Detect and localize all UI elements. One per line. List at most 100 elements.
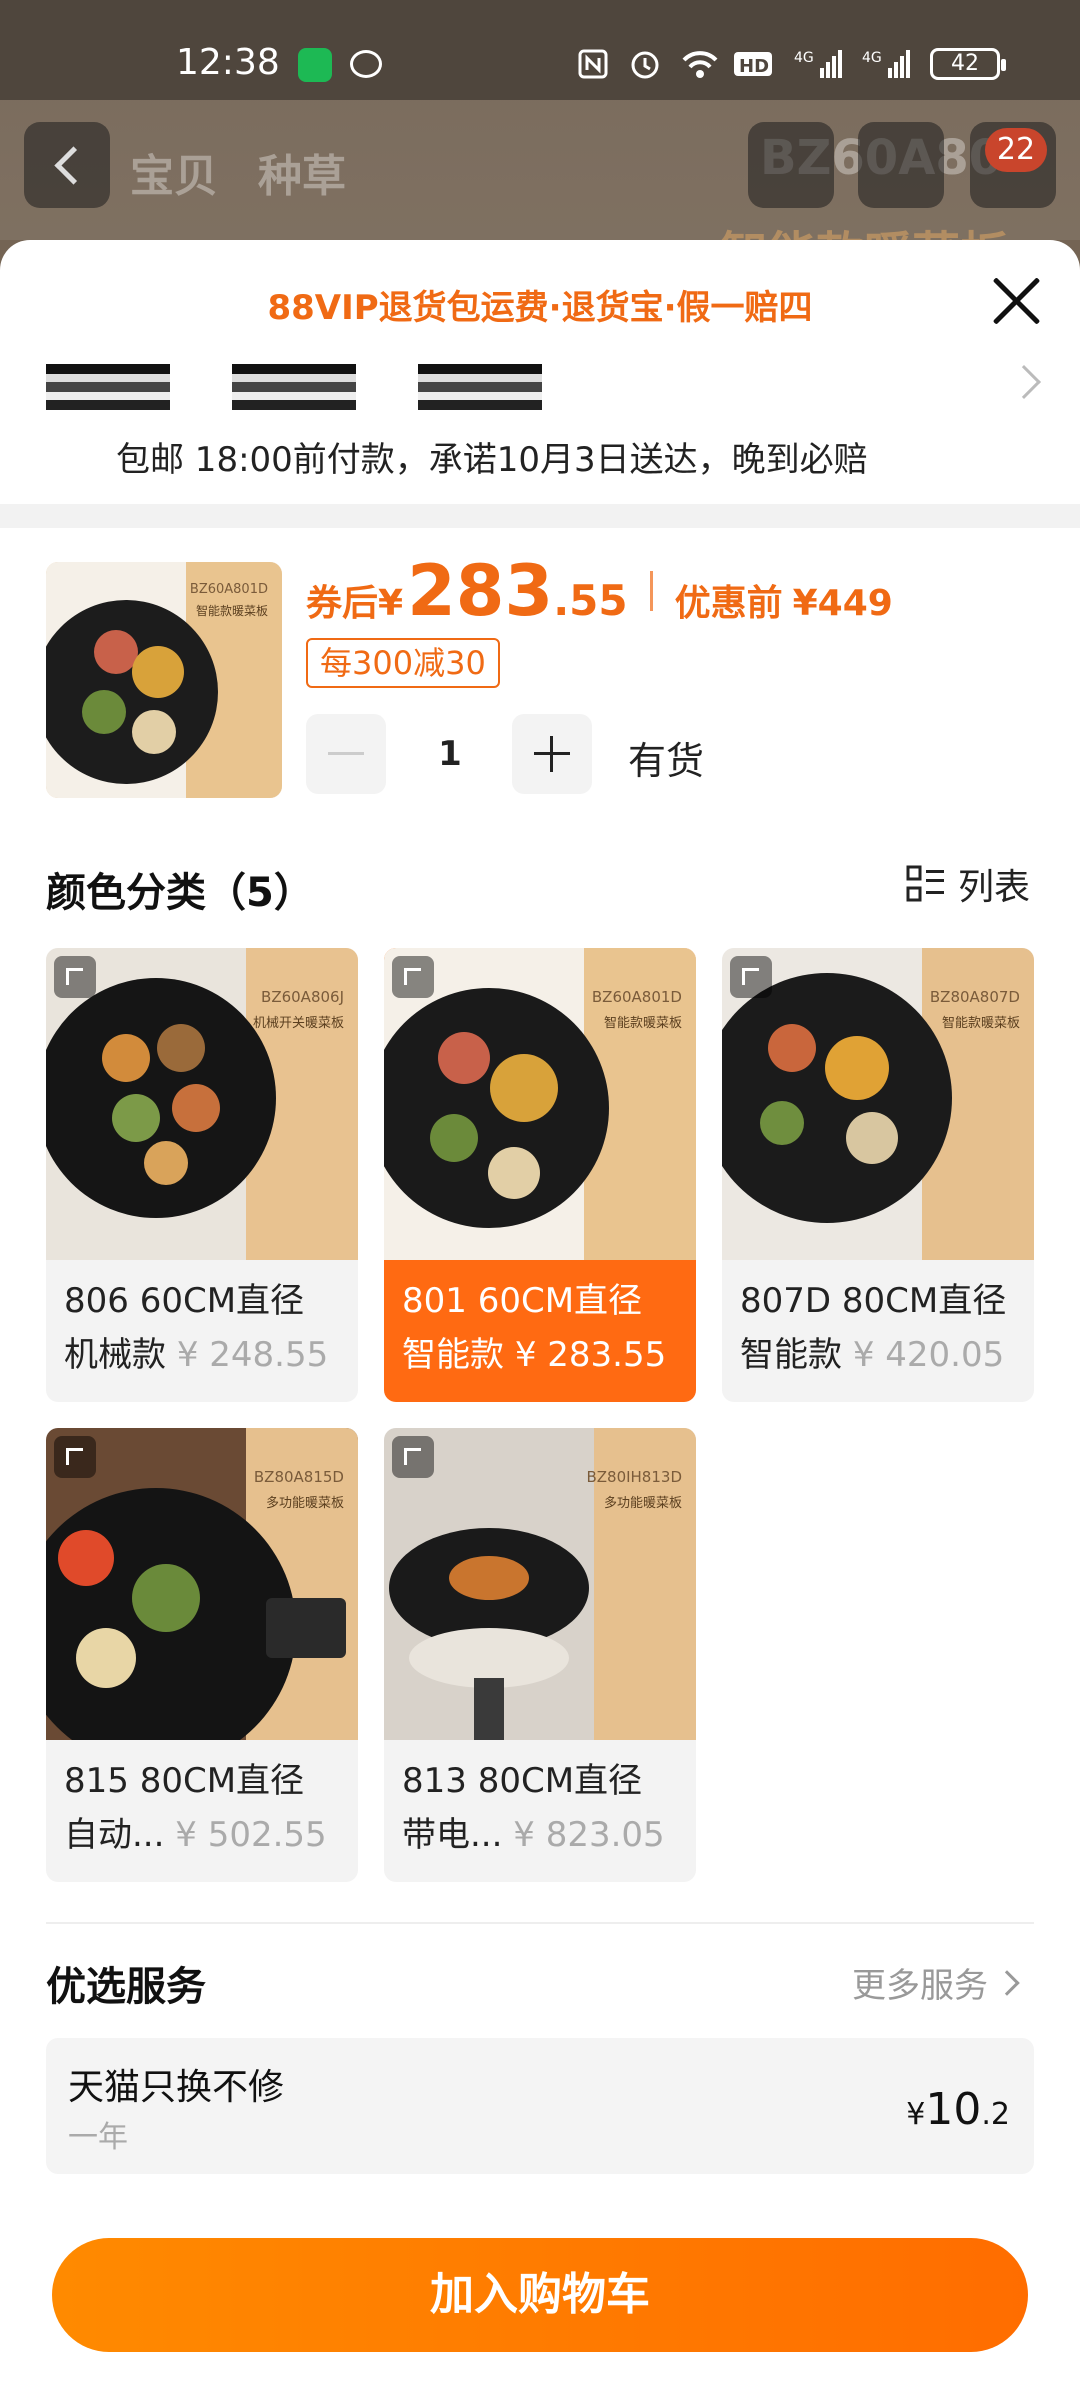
variant-line2: 智能款 <box>740 1335 842 1375</box>
status-bar: 12:38 HD 4G 4G 42 <box>0 0 1080 100</box>
variant-model-name: 智能款暖菜板 <box>941 1016 1020 1031</box>
service-option-tmall[interactable]: 天猫只换不修 一年 ¥10.2 <box>46 2038 1034 2174</box>
variant-model: BZ80IH813D <box>586 1468 682 1486</box>
variant-price: ¥ 248.55 <box>176 1335 329 1375</box>
variant-line2: 自动... <box>64 1815 165 1855</box>
battery-indicator: 42 <box>930 48 1006 80</box>
expand-icon[interactable] <box>54 1436 96 1478</box>
variant-model: BZ80A807D <box>929 988 1020 1006</box>
back-arrow-icon <box>24 122 110 208</box>
variant-card-813[interactable]: BZ80IH813D 多功能暖菜板 813 80CM直径 带电... ¥ 823… <box>384 1428 696 1882</box>
variant-card-815[interactable]: BZ80A815D 多功能暖菜板 815 80CM直径 自动... ¥ 502.… <box>46 1428 358 1882</box>
services-title: 优选服务 <box>46 1964 206 2010</box>
expand-icon[interactable] <box>392 956 434 998</box>
quantity-increase-button[interactable] <box>512 714 592 794</box>
price-separator <box>649 571 653 611</box>
variant-price: ¥ 823.05 <box>513 1815 665 1855</box>
thumb-model: BZ60A801D <box>189 582 268 597</box>
price-line: 券后 ¥ 283 .55 优惠前 ¥449 <box>306 550 893 632</box>
product-thumbnail[interactable]: BZ60A801D 智能款暖菜板 <box>46 562 282 798</box>
variant-model: BZ60A801D <box>591 988 682 1006</box>
variant-line1: 807D 80CM直径 <box>740 1281 1007 1321</box>
original-price-label: 优惠前 <box>674 583 783 624</box>
price-decimal: .55 <box>553 576 628 625</box>
variant-price: ¥ 283.55 <box>514 1335 667 1375</box>
cart-badge: 22 <box>985 128 1047 172</box>
variant-price: ¥ 502.55 <box>175 1815 327 1855</box>
chevron-right-icon <box>994 1969 1020 1996</box>
signal-4g-icon-2: 4G <box>862 48 912 80</box>
variant-line1: 815 80CM直径 <box>64 1761 305 1801</box>
sku-sheet: 88VIP退货包运费·退货宝·假一赔四 包邮 18:00前付款，承诺10月3日送… <box>0 240 1080 2400</box>
service-term: 一年 <box>68 2120 128 2155</box>
variant-caption: 807D 80CM直径 智能款 ¥ 420.05 <box>740 1274 1024 1382</box>
service-currency: ¥ <box>906 2097 926 2132</box>
bg-tab-baobei: 宝贝 <box>130 151 218 202</box>
more-services-link[interactable]: 更多服务 <box>852 1958 1020 2007</box>
close-icon[interactable] <box>992 276 1042 326</box>
variant-model-name: 机械开关暖菜板 <box>252 1016 344 1031</box>
status-icons: HD 4G 4G 42 <box>576 48 1006 80</box>
variant-card-807d[interactable]: BZ80A807D 智能款暖菜板 807D 80CM直径 智能款 ¥ 420.0… <box>722 948 1034 1402</box>
stock-status: 有货 <box>628 739 705 783</box>
variants-title: 颜色分类（5） <box>46 870 314 916</box>
svg-text:4G: 4G <box>794 50 814 66</box>
quantity-value[interactable]: 1 <box>420 734 480 774</box>
variant-line2: 机械款 <box>64 1335 166 1375</box>
variant-price: ¥ 420.05 <box>852 1335 1005 1375</box>
variant-line2: 智能款 <box>402 1335 504 1375</box>
variant-model: BZ60A806J <box>261 988 344 1006</box>
promo-banner: 88VIP退货包运费·退货宝·假一赔四 <box>267 288 813 328</box>
variant-line1: 813 80CM直径 <box>402 1761 643 1801</box>
coupon-badge: 每300减30 <box>306 638 500 688</box>
more-services-label: 更多服务 <box>852 1966 988 2006</box>
variant-caption: 813 80CM直径 带电... ¥ 823.05 <box>402 1754 686 1862</box>
cart-icon <box>858 122 944 208</box>
list-view-icon <box>906 864 946 904</box>
services-divider <box>46 1922 1034 1924</box>
thumb-name: 智能款暖菜板 <box>195 604 268 618</box>
share-icon <box>748 122 834 208</box>
chevron-right-icon <box>1007 365 1041 399</box>
variant-card-801[interactable]: BZ60A801D 智能款暖菜板 801 60CM直径 智能款 ¥ 283.55 <box>384 948 696 1402</box>
redacted-address <box>418 364 542 410</box>
signal-4g-icon-1: 4G <box>794 48 844 80</box>
add-to-cart-button[interactable]: 加入购物车 <box>52 2238 1028 2352</box>
after-coupon-label: 券后 <box>306 583 379 624</box>
service-price-main: 10 <box>925 2084 982 2135</box>
variant-caption: 806 60CM直径 机械款 ¥ 248.55 <box>64 1274 348 1382</box>
quantity-decrease-button[interactable] <box>306 714 386 794</box>
expand-icon[interactable] <box>54 956 96 998</box>
section-divider <box>0 504 1080 528</box>
address-row[interactable] <box>46 358 1041 414</box>
nfc-icon <box>576 48 610 80</box>
status-time: 12:38 <box>176 42 280 83</box>
list-view-toggle[interactable]: 列表 <box>906 858 1030 910</box>
variant-model-name: 多功能暖菜板 <box>603 1496 682 1511</box>
service-price-dec: .2 <box>981 2097 1010 2132</box>
hd-icon: HD <box>732 48 776 80</box>
svg-text:4G: 4G <box>862 50 882 66</box>
variant-line1: 806 60CM直径 <box>64 1281 305 1321</box>
service-price: ¥10.2 <box>906 2084 1010 2135</box>
redacted-name <box>46 364 170 410</box>
variant-caption: 815 80CM直径 自动... ¥ 502.55 <box>64 1754 348 1862</box>
chat-app-icon <box>350 50 382 78</box>
variant-model: BZ80A815D <box>253 1468 344 1486</box>
variant-line1: 801 60CM直径 <box>402 1281 643 1321</box>
variant-model-name: 多功能暖菜板 <box>265 1496 344 1511</box>
redacted-phone <box>232 364 356 410</box>
price-integer: 283 <box>407 550 554 632</box>
currency-symbol: ¥ <box>378 583 404 624</box>
bg-tab-zhongcao: 种草 <box>258 151 346 202</box>
expand-icon[interactable] <box>392 1436 434 1478</box>
service-name: 天猫只换不修 <box>68 2067 285 2108</box>
variant-caption: 801 60CM直径 智能款 ¥ 283.55 <box>402 1274 686 1382</box>
variant-model-name: 智能款暖菜板 <box>603 1016 682 1031</box>
wifi-icon <box>680 48 718 80</box>
music-app-icon <box>298 48 332 82</box>
original-price: ¥449 <box>792 583 893 624</box>
expand-icon[interactable] <box>730 956 772 998</box>
variant-card-806[interactable]: BZ60A806J 机械开关暖菜板 806 60CM直径 机械款 ¥ 248.5… <box>46 948 358 1402</box>
alarm-icon <box>628 48 662 80</box>
